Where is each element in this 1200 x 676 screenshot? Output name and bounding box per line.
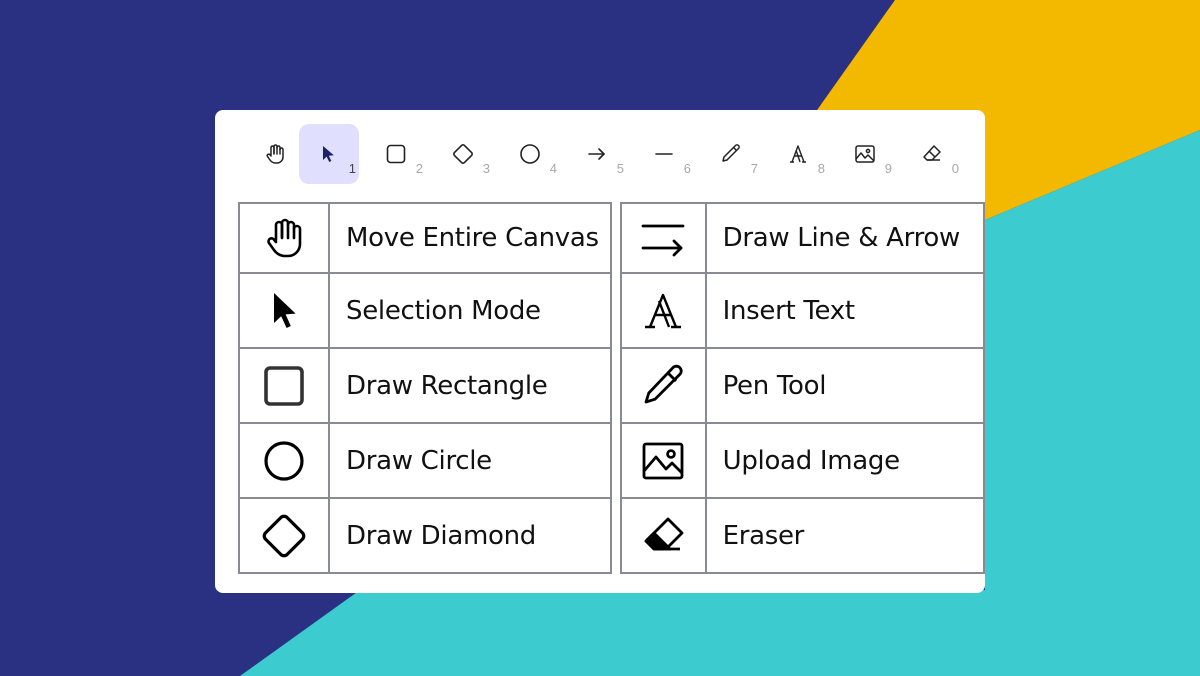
tool-key: 2 xyxy=(415,161,423,176)
tool-image[interactable]: 9 xyxy=(835,124,895,184)
circle-icon xyxy=(520,144,540,164)
table-row: Draw Line & Arrow xyxy=(620,202,986,274)
image-icon xyxy=(855,145,875,163)
diamond-icon xyxy=(262,514,306,557)
tool-eraser[interactable]: 0 xyxy=(902,124,962,184)
tool-circle[interactable]: 4 xyxy=(500,124,560,184)
table-row: Eraser xyxy=(620,497,986,574)
legend-label: Eraser xyxy=(704,497,986,574)
eraser-icon xyxy=(923,145,941,161)
toolbar: 1 2 3 4 5 6 7 8 9 0 xyxy=(245,124,965,184)
cursor-icon xyxy=(274,292,296,328)
table-row: Selection Mode xyxy=(238,272,612,349)
legend-table-left: Move Entire Canvas Selection Mode Draw R… xyxy=(238,202,612,574)
legend-label: Insert Text xyxy=(704,272,986,349)
tool-text[interactable]: 8 xyxy=(768,124,828,184)
line-icon xyxy=(655,153,673,155)
tool-key: 8 xyxy=(817,161,825,176)
image-icon xyxy=(642,442,684,479)
table-row: Draw Diamond xyxy=(238,497,612,574)
hand-icon xyxy=(267,218,302,258)
tool-diamond[interactable]: 3 xyxy=(433,124,493,184)
legend-label: Upload Image xyxy=(704,422,986,499)
tool-arrow[interactable]: 5 xyxy=(567,124,627,184)
rectangle-icon xyxy=(386,144,406,164)
eraser-icon xyxy=(644,517,684,550)
tool-pen[interactable]: 7 xyxy=(701,124,761,184)
diamond-icon xyxy=(453,144,473,164)
table-row: Draw Rectangle xyxy=(238,347,612,424)
cursor-icon xyxy=(323,146,334,162)
legend-label: Move Entire Canvas xyxy=(328,202,612,274)
tool-key: 1 xyxy=(348,161,356,176)
legend-label: Draw Rectangle xyxy=(328,347,612,424)
legend-table-right: Draw Line & Arrow Insert Text Pen Tool U… xyxy=(620,202,986,574)
table-row: Upload Image xyxy=(620,422,986,499)
text-icon xyxy=(790,145,806,163)
hand-icon xyxy=(266,144,284,164)
rectangle-icon xyxy=(264,365,304,406)
arrow-icon xyxy=(588,148,605,160)
tool-key: 7 xyxy=(750,161,758,176)
line-arrow-icon xyxy=(641,224,685,257)
tool-rectangle[interactable]: 2 xyxy=(366,124,426,184)
legend-label: Draw Line & Arrow xyxy=(704,202,986,274)
text-icon xyxy=(645,293,682,328)
tool-key: 4 xyxy=(549,161,557,176)
legend-label: Selection Mode xyxy=(328,272,612,349)
tool-selection[interactable]: 1 xyxy=(299,124,359,184)
tool-key: 5 xyxy=(616,161,624,176)
tool-key: 9 xyxy=(884,161,892,176)
tool-hand[interactable] xyxy=(245,124,305,184)
legend-label: Pen Tool xyxy=(704,347,986,424)
table-row: Pen Tool xyxy=(620,347,986,424)
tool-key: 6 xyxy=(683,161,691,176)
legend-label: Draw Circle xyxy=(328,422,612,499)
tool-key: 0 xyxy=(951,161,959,176)
tool-key: 3 xyxy=(482,161,490,176)
shortcut-card: 1 2 3 4 5 6 7 8 9 0 Move Entire Canvas S… xyxy=(215,110,986,593)
table-row: Insert Text xyxy=(620,272,986,349)
legend-label: Draw Diamond xyxy=(328,497,612,574)
pencil-icon xyxy=(722,144,740,162)
table-row: Draw Circle xyxy=(238,422,612,499)
circle-icon xyxy=(264,440,304,481)
tool-line[interactable]: 6 xyxy=(634,124,694,184)
pencil-icon xyxy=(644,364,683,403)
table-row: Move Entire Canvas xyxy=(238,202,612,274)
